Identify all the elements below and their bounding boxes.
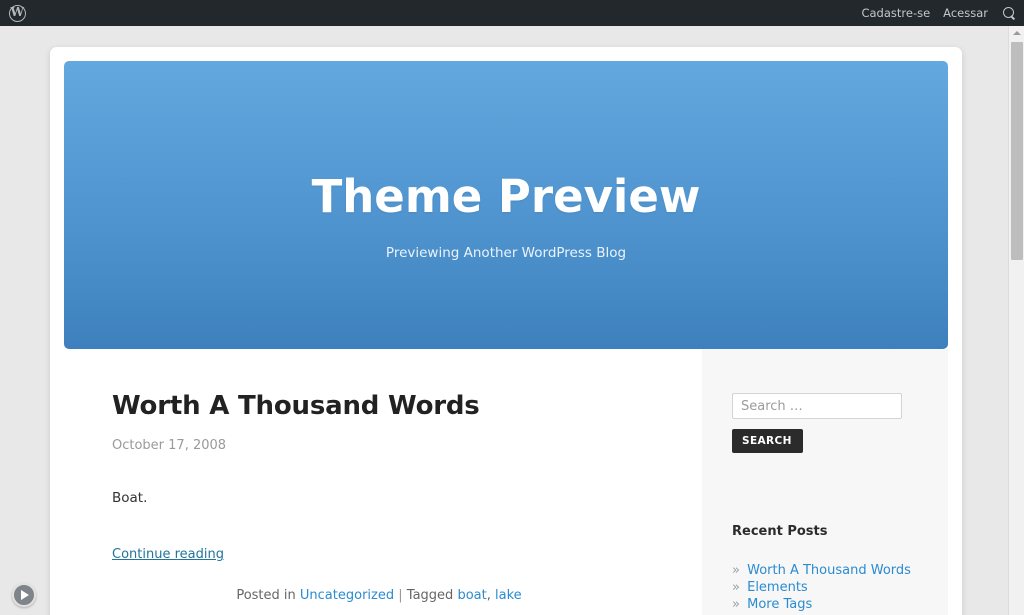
list-item: » Elements <box>732 579 948 596</box>
search-icon[interactable] <box>1002 6 1017 21</box>
play-triangle-icon <box>21 590 29 600</box>
posted-in-label: Posted in <box>236 588 296 604</box>
search-widget: SEARCH <box>732 393 948 453</box>
site-title[interactable]: Theme Preview <box>312 174 701 219</box>
bullet-icon: » <box>732 597 740 612</box>
tag-link-lake[interactable]: lake <box>495 588 522 603</box>
sidebar: SEARCH Recent Posts » Worth A Thousand W… <box>702 349 948 615</box>
play-circle-icon[interactable] <box>12 583 36 607</box>
register-link[interactable]: Cadastre-se <box>861 6 930 20</box>
chevron-up-icon <box>1013 31 1021 35</box>
recent-post-link-1[interactable]: Worth A Thousand Words <box>747 563 911 578</box>
list-item: » Worth A Thousand Words <box>732 562 948 579</box>
post-excerpt: Boat. <box>112 490 148 506</box>
wordpress-logo-icon: W <box>8 4 26 22</box>
recent-post-link-2[interactable]: Elements <box>747 580 808 595</box>
vertical-scrollbar[interactable] <box>1008 26 1024 615</box>
search-submit-button[interactable]: SEARCH <box>732 429 803 453</box>
wordpress-logo-button[interactable]: W <box>0 0 34 26</box>
login-link[interactable]: Acessar <box>943 6 988 20</box>
page-wrapper: Theme Preview Previewing Another WordPre… <box>50 47 962 615</box>
scroll-up-button[interactable] <box>1009 26 1024 40</box>
browser-viewport: W Cadastre-se Acessar Theme Preview Prev… <box>0 0 1024 615</box>
tagged-label: Tagged <box>406 588 454 604</box>
tag-link-boat[interactable]: boat <box>457 588 486 603</box>
meta-separator: | <box>398 588 403 604</box>
post-title[interactable]: Worth A Thousand Words <box>112 391 702 421</box>
continue-reading-link[interactable]: Continue reading <box>112 547 224 562</box>
tag-comma: , <box>486 588 491 604</box>
list-item: » More Tags <box>732 596 948 613</box>
recent-posts-title: Recent Posts <box>732 524 828 539</box>
post-meta: Posted in Uncategorized | Tagged boat, l… <box>112 588 702 603</box>
bullet-icon: » <box>732 580 740 595</box>
recent-post-link-3[interactable]: More Tags <box>747 597 812 612</box>
scrollbar-thumb[interactable] <box>1011 42 1023 260</box>
search-input[interactable] <box>732 393 902 419</box>
site-description: Previewing Another WordPress Blog <box>385 245 627 261</box>
post-date[interactable]: October 17, 2008 <box>112 438 702 453</box>
admin-bar-right-group: Cadastre-se Acessar <box>861 6 1024 21</box>
recent-posts-list: » Worth A Thousand Words » Elements » Mo… <box>732 562 948 613</box>
site-header-banner: Theme Preview Previewing Another WordPre… <box>64 61 948 349</box>
recent-posts-widget: Recent Posts » Worth A Thousand Words » … <box>732 524 948 613</box>
wp-admin-bar: W Cadastre-se Acessar <box>0 0 1024 26</box>
post-article: Worth A Thousand Words October 17, 2008 … <box>112 391 702 603</box>
category-link[interactable]: Uncategorized <box>300 588 394 603</box>
content-columns: Worth A Thousand Words October 17, 2008 … <box>64 349 948 615</box>
main-content: Worth A Thousand Words October 17, 2008 … <box>64 349 702 615</box>
bullet-icon: » <box>732 563 740 578</box>
